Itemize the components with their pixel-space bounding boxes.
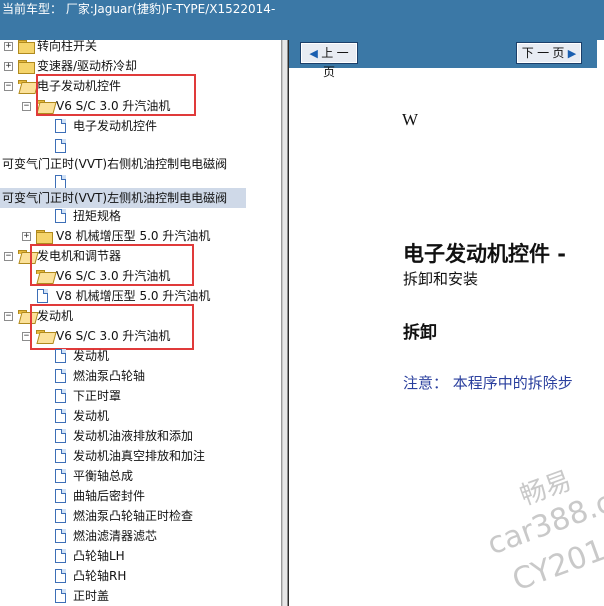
next-page-label: 下 一 页 bbox=[521, 46, 565, 60]
tree-item-label: 变速器/驱动桥冷却 bbox=[37, 59, 138, 73]
prev-page-button[interactable]: ◀ 上 一 页 bbox=[300, 42, 358, 79]
tree-item-timing-cover[interactable]: 正时盖 bbox=[0, 586, 281, 606]
tree-item-label: 燃油泵凸轮轴 bbox=[73, 369, 146, 383]
doc-subheading: 拆卸和安装 bbox=[403, 270, 479, 288]
document-icon bbox=[55, 589, 66, 603]
tree-item-fuel-pump-camshaft[interactable]: 燃油泵凸轮轴 bbox=[0, 366, 281, 386]
section-title: 拆卸 bbox=[403, 323, 437, 343]
document-icon bbox=[37, 289, 48, 303]
tree-item-label: 扭矩规格 bbox=[73, 209, 122, 223]
left-arrow-icon: ◀ bbox=[309, 48, 318, 60]
tree-item-label: V8 机械增压型 5.0 升汽油机 bbox=[56, 229, 211, 243]
tree-item-label: 燃油泵凸轮轴正时检查 bbox=[73, 509, 194, 523]
tree-item-label: V8 机械增压型 5.0 升汽油机 bbox=[56, 289, 211, 303]
tree-item-camshaft-rh[interactable]: 凸轮轴RH bbox=[0, 566, 281, 586]
doc-heading: 电子发动机控件 - bbox=[403, 242, 567, 266]
tree-item-label: 凸轮轴LH bbox=[73, 549, 125, 563]
tree-item-label: 燃油滤清器滤芯 bbox=[73, 529, 158, 543]
tree-item-label: 正时盖 bbox=[73, 589, 110, 603]
document-icon bbox=[55, 209, 66, 223]
expand-icon[interactable]: + bbox=[4, 62, 13, 71]
vehicle-title: 当前车型： 厂家:Jaguar(捷豹)F-TYPE/X1522014- bbox=[2, 2, 276, 16]
document-icon bbox=[55, 509, 66, 523]
highlight-box bbox=[30, 244, 194, 286]
page-nav-bar: ◀ 上 一 页 下 一 页 ▶ bbox=[289, 40, 604, 79]
tree-item-label: 发动机油真空排放和加注 bbox=[73, 449, 206, 463]
document-icon bbox=[55, 175, 66, 189]
tree-item-doc-engine-controls[interactable]: 电子发动机控件 bbox=[0, 116, 281, 136]
collapse-icon[interactable]: − bbox=[4, 312, 13, 321]
tree-item-steering-column-switch[interactable]: + 转向柱开关 bbox=[0, 40, 281, 56]
document-icon bbox=[55, 529, 66, 543]
expand-icon[interactable]: + bbox=[4, 42, 13, 51]
document-icon bbox=[55, 549, 66, 563]
tree-item-engine-doc[interactable]: 发动机 bbox=[0, 346, 281, 366]
document-icon bbox=[55, 449, 66, 463]
tree-item-lower-timing-cover[interactable]: 下正时罩 bbox=[0, 386, 281, 406]
navigation-tree[interactable]: + 转向柱开关 + 变速器/驱动桥冷却 − 电子发动机控件 − V6 S/C 3… bbox=[0, 40, 282, 606]
tree-item-label: 凸轮轴RH bbox=[73, 569, 127, 583]
app-window: 当前车型： 厂家:Jaguar(捷豹)F-TYPE/X1522014- + 转向… bbox=[0, 0, 604, 606]
page-letter: W bbox=[402, 110, 419, 129]
tree-item-label: 可变气门正时(VVT)右侧机油控制电电磁阀 bbox=[2, 157, 228, 171]
next-page-button[interactable]: 下 一 页 ▶ bbox=[516, 42, 582, 64]
folder-icon bbox=[36, 230, 53, 244]
tree-item-label: 转向柱开关 bbox=[37, 40, 98, 53]
tree-item-label: 电子发动机控件 bbox=[73, 119, 158, 133]
vehicle-title-bar: 当前车型： 厂家:Jaguar(捷豹)F-TYPE/X1522014- bbox=[0, 0, 604, 40]
tree-item-label: 下正时罩 bbox=[73, 389, 122, 403]
collapse-icon[interactable]: − bbox=[4, 82, 13, 91]
viewer-edge bbox=[597, 40, 604, 68]
tree-item-label: 发动机 bbox=[73, 349, 110, 363]
tree-item-label: 可变气门正时(VVT)左侧机油控制电电磁阀 bbox=[2, 191, 228, 205]
tree-item-balance-shaft[interactable]: 平衡轴总成 bbox=[0, 466, 281, 486]
tree-item-label: 平衡轴总成 bbox=[73, 469, 134, 483]
tree-item-v8-50[interactable]: + V8 机械增压型 5.0 升汽油机 bbox=[0, 226, 281, 246]
document-icon bbox=[55, 139, 66, 153]
folder-icon bbox=[18, 60, 35, 74]
tree-item-torque-specs[interactable]: 扭矩规格 bbox=[0, 206, 281, 226]
document-icon bbox=[55, 469, 66, 483]
document-icon bbox=[55, 409, 66, 423]
document-page: W 电子发动机控件 - 拆卸和安装 拆卸 注意： 本程序中的拆除步 畅易 car… bbox=[289, 68, 604, 606]
tree-item-label: 发动机油液排放和添加 bbox=[73, 429, 194, 443]
right-arrow-icon: ▶ bbox=[567, 48, 577, 60]
collapse-icon[interactable]: − bbox=[22, 102, 31, 111]
tree-item-label: 曲轴后密封件 bbox=[73, 489, 146, 503]
collapse-icon[interactable]: − bbox=[4, 252, 13, 261]
tree-item-oil-vacuum-drain[interactable]: 发动机油真空排放和加注 bbox=[0, 446, 281, 466]
tree-item-vvt-right[interactable]: 可变气门正时(VVT)右侧机油控制电电磁阀 bbox=[0, 154, 281, 174]
highlight-box bbox=[36, 74, 196, 116]
document-icon bbox=[55, 389, 66, 403]
tree-item-camshaft-lh[interactable]: 凸轮轴LH bbox=[0, 546, 281, 566]
document-icon bbox=[55, 489, 66, 503]
open-folder-icon bbox=[18, 80, 34, 92]
folder-icon bbox=[18, 40, 35, 54]
tree-item-transmission-cooling[interactable]: + 变速器/驱动桥冷却 bbox=[0, 56, 281, 76]
document-icon bbox=[55, 569, 66, 583]
document-icon bbox=[55, 349, 66, 363]
highlight-box bbox=[30, 304, 194, 350]
document-viewer: ◀ 上 一 页 下 一 页 ▶ W 电子发动机控件 - 拆卸和安装 拆卸 注意：… bbox=[288, 40, 604, 606]
note-text: 注意： 本程序中的拆除步 bbox=[403, 374, 573, 392]
document-icon bbox=[55, 429, 66, 443]
tree-item-label: 发动机 bbox=[73, 409, 110, 423]
tree-item-vvt-left[interactable]: 可变气门正时(VVT)左侧机油控制电电磁阀 bbox=[0, 188, 246, 208]
tree-item-fuel-pump-timing-check[interactable]: 燃油泵凸轮轴正时检查 bbox=[0, 506, 281, 526]
tree-item-engine-doc-2[interactable]: 发动机 bbox=[0, 406, 281, 426]
document-icon bbox=[55, 119, 66, 133]
tree-item-crank-rear-seal[interactable]: 曲轴后密封件 bbox=[0, 486, 281, 506]
document-icon bbox=[55, 369, 66, 383]
tree-item-v8-50-generator[interactable]: V8 机械增压型 5.0 升汽油机 bbox=[0, 286, 281, 306]
tree-item-fuel-filter[interactable]: 燃油滤清器滤芯 bbox=[0, 526, 281, 546]
expand-icon[interactable]: + bbox=[22, 232, 31, 241]
tree-item-oil-drain-fill[interactable]: 发动机油液排放和添加 bbox=[0, 426, 281, 446]
tree-item-doc-empty[interactable] bbox=[0, 136, 281, 156]
